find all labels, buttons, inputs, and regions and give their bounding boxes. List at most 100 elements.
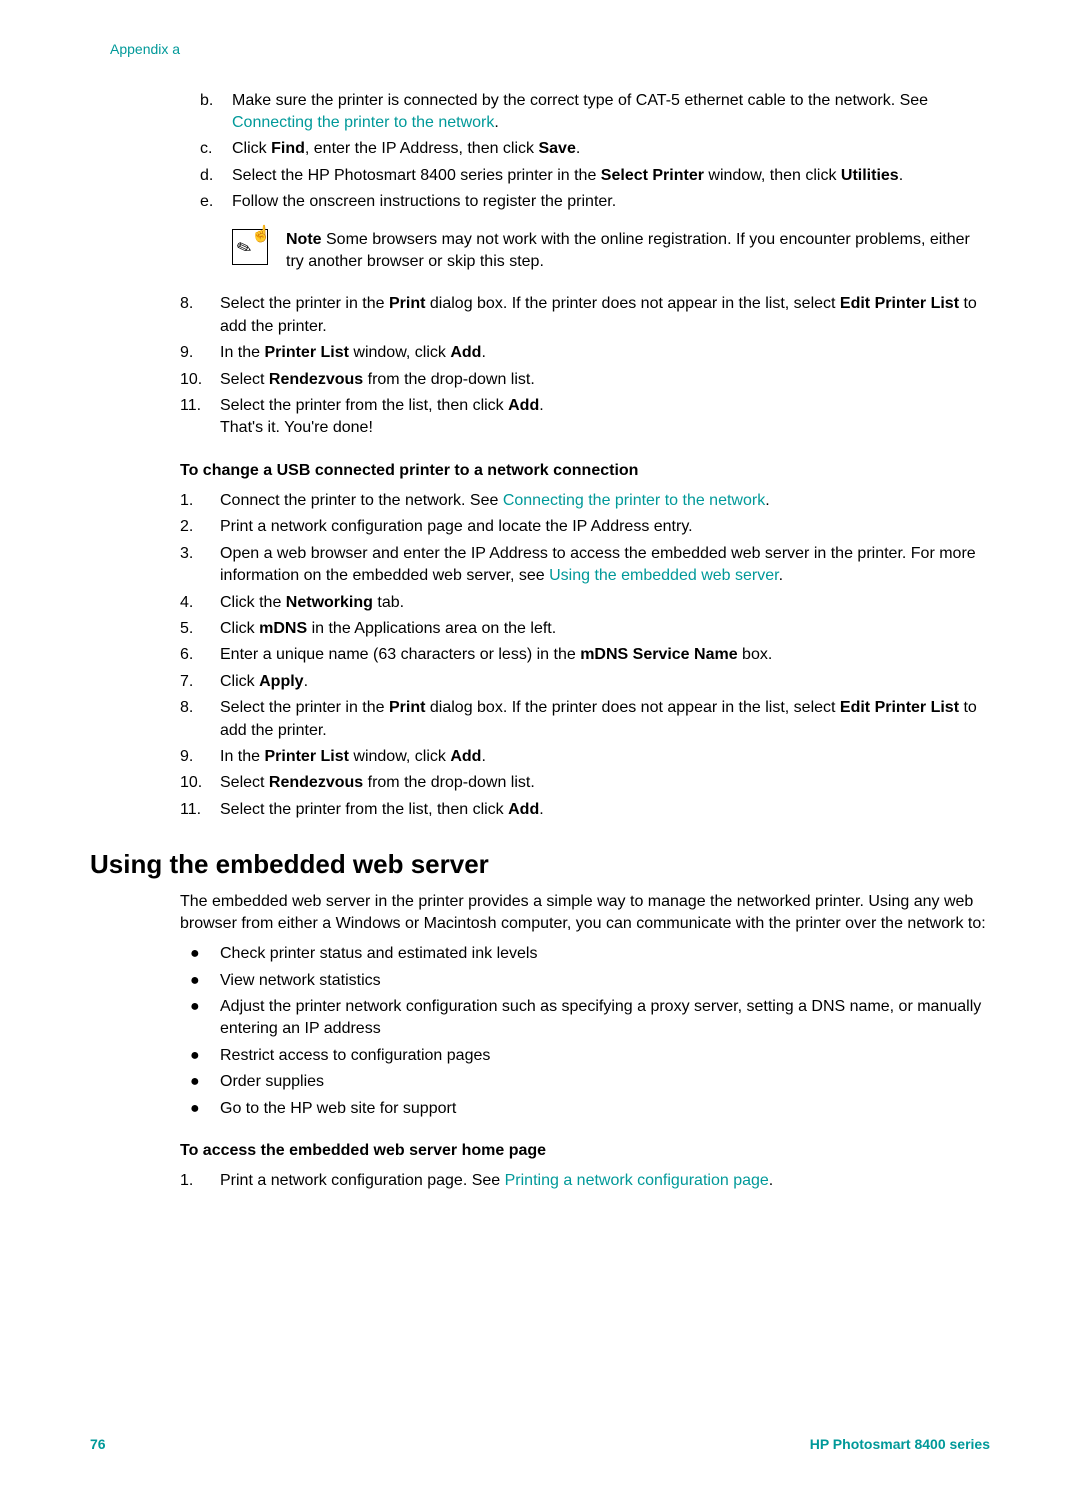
s1-marker-5: 5.: [180, 618, 220, 640]
bold: Add: [508, 801, 539, 818]
sub-item-e: e. Follow the onscreen instructions to r…: [200, 191, 990, 213]
text: Click the: [220, 594, 286, 611]
text: Select the printer in the: [220, 295, 389, 312]
text: window, click: [349, 344, 450, 361]
text: .: [769, 1172, 773, 1189]
link-connecting-network[interactable]: Connecting the printer to the network: [232, 114, 494, 131]
section2-intro: The embedded web server in the printer p…: [180, 891, 990, 936]
bold: Find: [271, 140, 305, 157]
text: .: [779, 567, 783, 584]
s1-content-10: Select Rendezvous from the drop-down lis…: [220, 772, 990, 794]
text: .: [304, 673, 308, 690]
bold: Rendezvous: [269, 774, 363, 791]
note-label: Note: [286, 231, 322, 248]
bullet-1: ●View network statistics: [180, 970, 990, 992]
bold: Networking: [286, 594, 373, 611]
s1-marker-8: 8.: [180, 697, 220, 742]
bold: Print: [389, 295, 425, 312]
text: .: [765, 492, 769, 509]
item-10: 10. Select Rendezvous from the drop-down…: [180, 369, 990, 391]
s1-item-5: 5. Click mDNS in the Applications area o…: [180, 618, 990, 640]
bullet-text: Order supplies: [220, 1071, 990, 1093]
text: In the: [220, 344, 264, 361]
s1-content-1: Connect the printer to the network. See …: [220, 490, 990, 512]
s1-content-7: Click Apply.: [220, 671, 990, 693]
bold: Add: [450, 344, 481, 361]
marker-b: b.: [200, 90, 232, 135]
content-b: Make sure the printer is connected by th…: [232, 90, 990, 135]
s1-marker-9: 9.: [180, 746, 220, 768]
text: .: [539, 397, 543, 414]
s1-item-4: 4. Click the Networking tab.: [180, 592, 990, 614]
text: in the Applications area on the left.: [307, 620, 556, 637]
bold: Utilities: [841, 167, 899, 184]
bold: mDNS Service Name: [580, 646, 737, 663]
s2-marker-1: 1.: [180, 1170, 220, 1192]
bullet-marker: ●: [180, 970, 220, 992]
marker-8: 8.: [180, 293, 220, 338]
bullet-marker: ●: [180, 996, 220, 1041]
product-series: HP Photosmart 8400 series: [810, 1435, 990, 1455]
text: Select the printer in the: [220, 699, 389, 716]
bullet-marker: ●: [180, 1098, 220, 1120]
text: .: [539, 801, 543, 818]
text: In the: [220, 748, 264, 765]
s1-item-7: 7. Click Apply.: [180, 671, 990, 693]
heading-access-ews: To access the embedded web server home p…: [180, 1140, 990, 1162]
note-body: Some browsers may not work with the onli…: [286, 231, 970, 270]
text: Click: [232, 140, 271, 157]
bullet-5: ●Go to the HP web site for support: [180, 1098, 990, 1120]
link-embedded-web-server[interactable]: Using the embedded web server: [549, 567, 778, 584]
s1-marker-4: 4.: [180, 592, 220, 614]
s1-item-8: 8. Select the printer in the Print dialo…: [180, 697, 990, 742]
link-connecting-network-2[interactable]: Connecting the printer to the network: [503, 492, 765, 509]
text: , enter the IP Address, then click: [305, 140, 539, 157]
content-8: Select the printer in the Print dialog b…: [220, 293, 990, 338]
s1-marker-7: 7.: [180, 671, 220, 693]
bold: Edit Printer List: [840, 699, 959, 716]
bullet-2: ●Adjust the printer network configuratio…: [180, 996, 990, 1041]
text: from the drop-down list.: [363, 371, 535, 388]
s1-marker-1: 1.: [180, 490, 220, 512]
sub-item-d: d. Select the HP Photosmart 8400 series …: [200, 165, 990, 187]
heading-embedded-web-server: Using the embedded web server: [90, 846, 990, 882]
s1-marker-2: 2.: [180, 516, 220, 538]
item-11: 11. Select the printer from the list, th…: [180, 395, 990, 440]
done-text: That's it. You're done!: [220, 417, 990, 439]
content-e: Follow the onscreen instructions to regi…: [232, 191, 990, 213]
s1-marker-11: 11.: [180, 799, 220, 821]
marker-d: d.: [200, 165, 232, 187]
bullet-marker: ●: [180, 943, 220, 965]
text: .: [481, 344, 485, 361]
bullet-text: Go to the HP web site for support: [220, 1098, 990, 1120]
marker-c: c.: [200, 138, 232, 160]
s1-content-8: Select the printer in the Print dialog b…: [220, 697, 990, 742]
s1-item-3: 3. Open a web browser and enter the IP A…: [180, 543, 990, 588]
text: Select: [220, 371, 269, 388]
note-box: ☝ ✎ Note Some browsers may not work with…: [232, 229, 990, 274]
s2-item-1: 1. Print a network configuration page. S…: [180, 1170, 990, 1192]
marker-10: 10.: [180, 369, 220, 391]
header-appendix[interactable]: Appendix a: [90, 40, 990, 60]
text: Select the printer from the list, then c…: [220, 397, 508, 414]
link-print-config-page[interactable]: Printing a network configuration page: [505, 1172, 769, 1189]
bullet-marker: ●: [180, 1071, 220, 1093]
heading-change-usb: To change a USB connected printer to a n…: [180, 460, 990, 482]
note-text: Note Some browsers may not work with the…: [286, 229, 990, 274]
bold: Save: [538, 140, 575, 157]
bold: Printer List: [264, 748, 348, 765]
s1-content-3: Open a web browser and enter the IP Addr…: [220, 543, 990, 588]
footer: 76 HP Photosmart 8400 series: [90, 1435, 990, 1455]
bold: Print: [389, 699, 425, 716]
s1-content-9: In the Printer List window, click Add.: [220, 746, 990, 768]
marker-11: 11.: [180, 395, 220, 440]
text: dialog box. If the printer does not appe…: [425, 699, 839, 716]
bold: Select Printer: [601, 167, 704, 184]
item-9: 9. In the Printer List window, click Add…: [180, 342, 990, 364]
main-list-8-11: 8. Select the printer in the Print dialo…: [180, 293, 990, 439]
bullet-text: Restrict access to configuration pages: [220, 1045, 990, 1067]
bullet-0: ●Check printer status and estimated ink …: [180, 943, 990, 965]
item-8: 8. Select the printer in the Print dialo…: [180, 293, 990, 338]
section1-list: 1. Connect the printer to the network. S…: [180, 490, 990, 821]
s1-marker-6: 6.: [180, 644, 220, 666]
